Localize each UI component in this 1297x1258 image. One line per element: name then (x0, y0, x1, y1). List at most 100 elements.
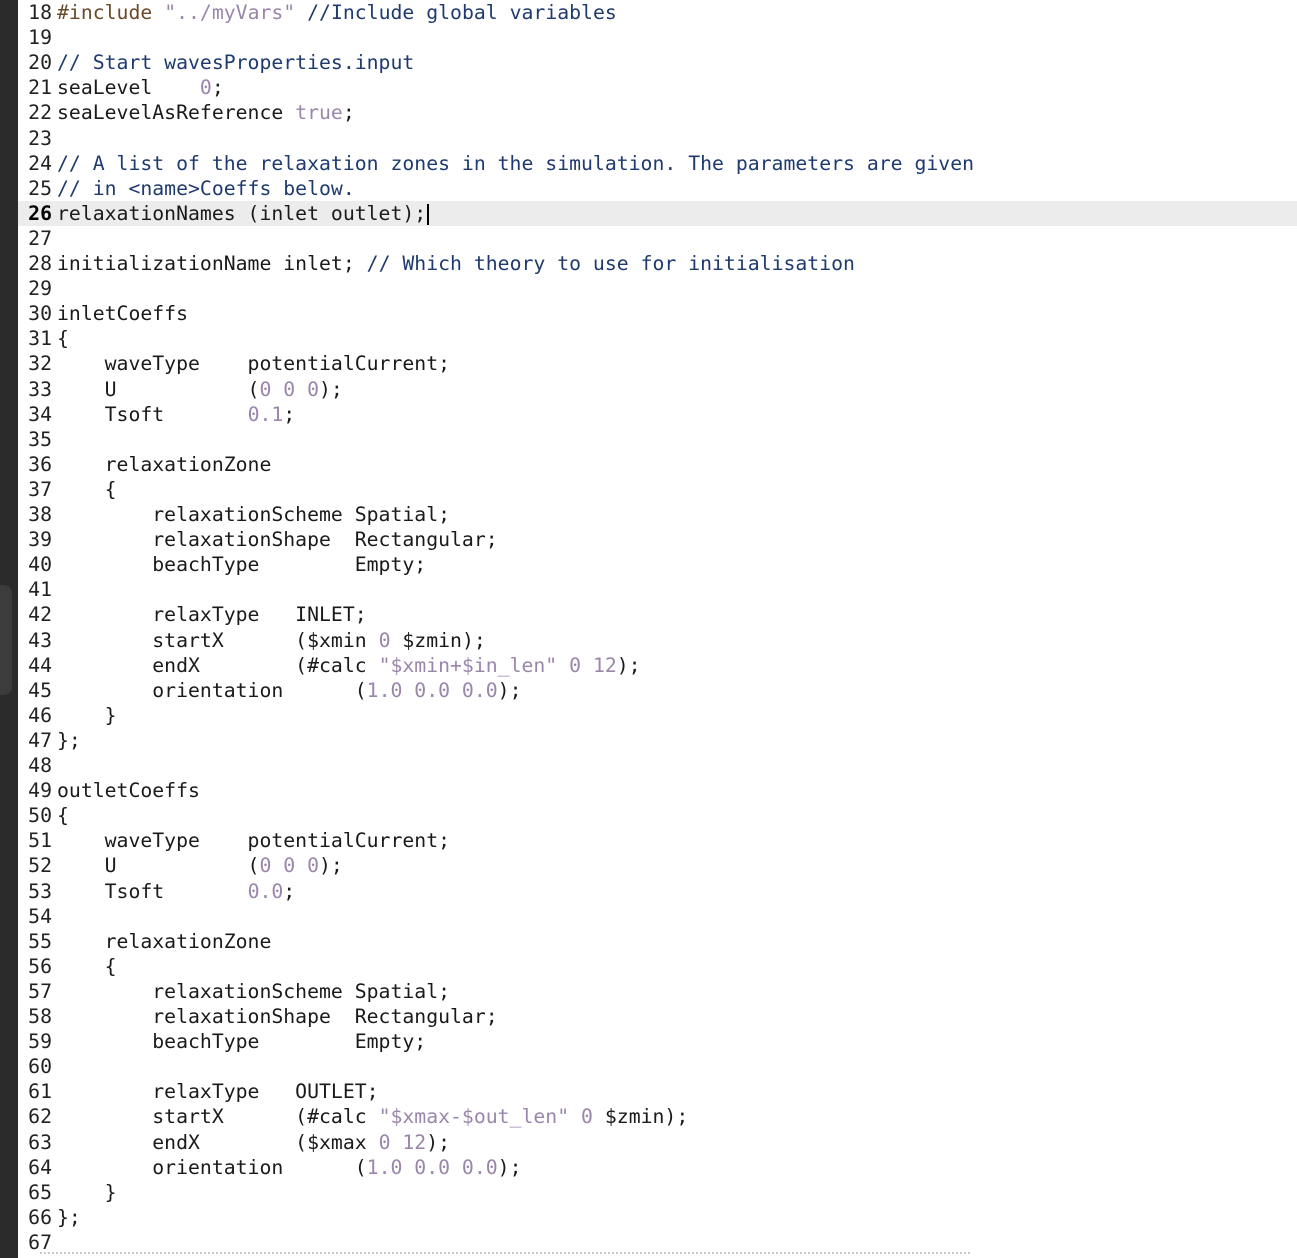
line-number: 63 (28, 1130, 52, 1154)
code-line[interactable]: 47}; (18, 728, 1297, 753)
code-line[interactable]: 61 relaxType OUTLET; (18, 1079, 1297, 1104)
code-line[interactable]: 49 outletCoeffs (18, 778, 1297, 803)
code-token-text: { (57, 804, 69, 828)
code-line[interactable]: 24// A list of the relaxation zones in t… (18, 151, 1297, 176)
code-line[interactable]: 43 startX ($xmin 0 $zmin); (18, 628, 1297, 653)
code-line[interactable]: 25// in <name>Coeffs below. (18, 176, 1297, 201)
code-line[interactable]: 66}; (18, 1205, 1297, 1230)
code-token-text: startX ($xmin (57, 628, 379, 652)
code-line[interactable]: 46 } (18, 703, 1297, 728)
code-line[interactable]: 26 relaxationNames (inlet outlet); (18, 200, 1297, 226)
code-token-text: beachType Empty; (57, 553, 427, 577)
code-line[interactable]: 35 (18, 427, 1297, 452)
code-token-text: startX (#calc (57, 1105, 379, 1129)
line-code: endX ($xmax 0 12); (52, 1130, 450, 1155)
line-code: inletCoeffs (52, 301, 188, 326)
code-line[interactable]: 44 endX (#calc "$xmin+$in_len" 0 12); (18, 653, 1297, 678)
code-token-text: ; (342, 101, 355, 125)
code-token-text: ); (616, 653, 641, 677)
code-line[interactable]: 33 U (0 0 0); (18, 377, 1297, 402)
line-code: relaxationShape Rectangular; (52, 527, 497, 552)
code-token-text: U ( (57, 377, 260, 401)
code-line[interactable]: 54 (18, 904, 1297, 929)
line-number: 31 (28, 327, 52, 351)
code-line[interactable]: 57 relaxationScheme Spatial; (18, 979, 1297, 1004)
code-line[interactable]: 38 relaxationScheme Spatial; (18, 502, 1297, 527)
code-line[interactable]: 55 relaxationZone (18, 929, 1297, 954)
line-number: 53 (28, 879, 52, 903)
code-line[interactable]: 41 (18, 577, 1297, 602)
code-token-text: seaLevelAsReference (57, 101, 296, 125)
line-code: startX ($xmin 0 $zmin); (52, 628, 486, 653)
code-token-text: }; (57, 728, 81, 752)
code-token-text: ); (497, 1155, 522, 1179)
fold-separator (40, 1252, 970, 1254)
line-number: 30 (28, 302, 52, 326)
code-line[interactable]: 62 startX (#calc "$xmax-$out_len" 0 $zmi… (18, 1104, 1297, 1129)
code-line[interactable]: 63 endX ($xmax 0 12); (18, 1130, 1297, 1155)
line-number: 33 (28, 377, 52, 401)
code-token-text: { (57, 327, 69, 351)
code-token-keyword: true (295, 101, 343, 125)
code-line[interactable]: 65 } (18, 1180, 1297, 1205)
code-token-text: inletCoeffs (57, 302, 189, 326)
line-code: } (52, 1180, 117, 1205)
line-code: { (52, 954, 117, 979)
side-panel-handle[interactable] (0, 585, 12, 695)
code-line[interactable]: 36 relaxationZone (18, 452, 1297, 477)
code-line[interactable]: 45 orientation (1.0 0.0 0.0); (18, 678, 1297, 703)
line-number: 28 (28, 252, 52, 275)
code-line[interactable]: 22 seaLevelAsReference true; (18, 100, 1297, 125)
line-code: // A list of the relaxation zones in the… (52, 151, 974, 176)
line-number: 29 (28, 277, 52, 301)
code-line[interactable]: 64 orientation (1.0 0.0 0.0); (18, 1155, 1297, 1180)
line-number: 56 (28, 954, 52, 978)
code-token-text: relaxationZone (57, 929, 272, 953)
code-token-text: ; (283, 402, 296, 426)
line-number: 47 (28, 728, 52, 752)
code-token-string: "$xmin+$in_len" (378, 653, 558, 677)
line-number: 58 (28, 1005, 52, 1028)
code-line[interactable]: 27 (18, 226, 1297, 251)
code-line[interactable]: 56 { (18, 954, 1297, 979)
line-number: 35 (28, 427, 52, 451)
line-number: 61 (28, 1080, 52, 1104)
line-code: }; (52, 728, 81, 753)
code-line[interactable]: 52 U (0 0 0); (18, 853, 1297, 878)
code-line[interactable]: 48 (18, 753, 1297, 778)
code-token-text: initializationName inlet; (57, 252, 367, 275)
code-line[interactable]: 31{ (18, 326, 1297, 351)
code-token-text: relaxationShape Rectangular; (57, 1005, 498, 1028)
code-line[interactable]: 28 initializationName inlet; // Which the… (18, 251, 1297, 276)
code-line[interactable]: 34 Tsoft 0.1; (18, 402, 1297, 427)
code-line[interactable]: 40 beachType Empty; (18, 552, 1297, 577)
code-line[interactable]: 60 (18, 1054, 1297, 1079)
line-number: 37 (28, 477, 52, 501)
code-line[interactable]: 53 Tsoft 0.0; (18, 879, 1297, 904)
code-line[interactable]: 32 waveType potentialCurrent; (18, 351, 1297, 376)
code-line[interactable]: 37 { (18, 477, 1297, 502)
line-code: initializationName inlet; // Which theor… (52, 251, 855, 276)
code-line[interactable]: 39 relaxationShape Rectangular; (18, 527, 1297, 552)
code-line[interactable]: 51 waveType potentialCurrent; (18, 828, 1297, 853)
code-editor[interactable]: 18 #include "../myVars" //Include global … (18, 0, 1297, 1258)
code-line[interactable]: 20// Start wavesProperties.input (18, 50, 1297, 75)
line-code: Tsoft 0.1; (52, 402, 296, 427)
code-line[interactable]: 23 (18, 126, 1297, 151)
code-token-text: ); (497, 678, 522, 702)
code-line[interactable]: 50{ (18, 803, 1297, 828)
code-line[interactable]: 58 relaxationShape Rectangular; (18, 1004, 1297, 1029)
code-line[interactable]: 42 relaxType INLET; (18, 602, 1297, 627)
line-code: relaxationZone (52, 452, 272, 477)
code-line[interactable]: 19 (18, 25, 1297, 50)
code-token-text: orientation ( (57, 678, 367, 702)
line-number: 42 (28, 603, 52, 627)
code-line[interactable]: 29 (18, 276, 1297, 301)
code-line[interactable]: 18 #include "../myVars" //Include global … (18, 0, 1297, 25)
code-line[interactable]: 21 seaLevel 0; (18, 75, 1297, 100)
code-line[interactable]: 59 beachType Empty; (18, 1029, 1297, 1054)
line-code: U (0 0 0); (52, 853, 343, 878)
code-token-text: relaxationScheme Spatial; (57, 979, 451, 1003)
code-line[interactable]: 30 inletCoeffs (18, 301, 1297, 326)
code-token-text: beachType Empty; (57, 1030, 427, 1054)
